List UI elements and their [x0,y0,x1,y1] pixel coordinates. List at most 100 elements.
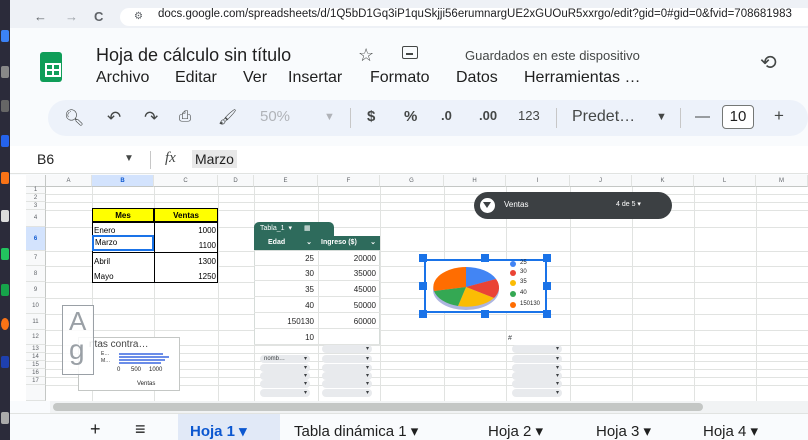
pivot-cell[interactable] [318,330,380,345]
column-header-f[interactable]: F [318,175,380,187]
column-header-i[interactable]: I [506,175,570,187]
add-sheet-button[interactable]: + [90,419,101,440]
column-header-k[interactable]: K [632,175,694,187]
slicer-count[interactable]: 4 de 5 ▾ [616,200,641,208]
menu-herramientas[interactable]: Herramientas … [524,69,640,87]
dropdown-chip[interactable] [322,345,372,353]
column-header-b[interactable]: B [92,175,154,187]
site-settings-icon[interactable]: ⚙ [134,11,143,22]
row-header-1[interactable]: 1 [26,187,46,194]
dock-app-icon[interactable] [1,248,9,260]
table-cell[interactable]: 1100 [156,238,216,253]
chevron-down-icon[interactable]: ▼ [324,111,335,123]
pivot-cell[interactable]: 30 [254,266,318,281]
resize-handle[interactable] [543,282,551,290]
resize-handle[interactable] [419,310,427,318]
dropdown-chip[interactable]: nomb… [260,355,310,363]
number-format-button[interactable]: 123 [518,108,540,123]
dropdown-chip[interactable] [512,380,562,388]
menu-datos[interactable]: Datos [456,69,498,87]
chevron-down-icon[interactable]: ⌄ [306,236,312,250]
tab-hoja-3[interactable]: Hoja 3 ▾ [596,422,651,440]
forward-button[interactable]: → [65,9,78,24]
pivot-cell[interactable]: 35000 [318,266,380,281]
chevron-down-icon[interactable]: ▼ [124,153,134,164]
dropdown-chip[interactable] [260,380,310,388]
column-header-g[interactable]: G [380,175,444,187]
menu-insertar[interactable]: Insertar [288,69,342,87]
text-box-overlay[interactable]: A g [62,305,94,375]
formula-input[interactable]: Marzo [192,150,237,168]
menu-formato[interactable]: Formato [370,69,430,87]
dock-app-icon[interactable] [1,135,9,147]
row-header-14[interactable]: 14 [26,353,46,361]
sheets-logo-icon[interactable] [40,52,62,82]
column-header-h[interactable]: H [444,175,506,187]
row-header-2[interactable]: 2 [26,194,46,202]
back-button[interactable]: ← [34,9,47,24]
search-menus-icon[interactable]: 🔍︎ [64,108,84,128]
table-icon[interactable]: ▦ [304,225,311,232]
decrease-font-size-button[interactable]: — [695,108,710,125]
pivot-cell[interactable]: 35 [254,282,318,297]
menu-archivo[interactable]: Archivo [96,69,149,87]
chevron-down-icon[interactable]: ▾ [288,225,292,232]
table-cell[interactable]: 1250 [156,269,216,284]
dock-app-icon[interactable] [1,30,9,42]
resize-handle[interactable] [419,254,427,262]
increase-decimal-button[interactable]: .00 [479,108,497,123]
dropdown-chip[interactable] [512,389,562,397]
resize-handle[interactable] [481,310,489,318]
row-header-12[interactable]: 12 [26,330,46,345]
column-header-d[interactable]: D [218,175,254,187]
row-header-15[interactable]: 15 [26,361,46,369]
menu-ver[interactable]: Ver [243,69,267,87]
table-cell[interactable]: Abril [94,254,110,269]
pivot-header-edad[interactable]: Edad ⌄ [254,236,318,250]
row-header-16[interactable]: 16 [26,369,46,377]
pie-chart[interactable]: 25 30 35 40 150130 [424,259,547,313]
row-header-13[interactable]: 13 [26,345,46,353]
reload-button[interactable]: C [94,9,103,24]
resize-handle[interactable] [481,254,489,262]
tab-hoja-1[interactable]: Hoja 1 ▾ [190,422,247,440]
row-header-8[interactable]: 8 [26,266,46,282]
paint-format-icon[interactable]: 🖌︎ [218,108,237,126]
all-sheets-button[interactable]: ≡ [135,419,146,440]
print-icon[interactable]: ⎙ [179,108,191,125]
dropdown-chip[interactable] [512,345,562,353]
dropdown-chip[interactable] [260,389,310,397]
name-box[interactable]: B6 [37,151,54,167]
redo-icon[interactable]: ↷ [144,108,158,128]
row-header-6[interactable]: 6 [26,227,46,251]
dropdown-chip[interactable] [260,372,310,380]
column-header-l[interactable]: L [694,175,756,187]
dropdown-chip[interactable] [322,389,372,397]
scrollbar-thumb[interactable] [53,403,703,411]
dock-app-icon[interactable] [1,412,9,424]
dock-app-icon[interactable] [1,356,9,368]
dropdown-chip[interactable] [512,355,562,363]
pivot-cell[interactable]: 40 [254,298,318,313]
chevron-down-icon[interactable]: ⌄ [370,236,376,250]
zoom-select[interactable]: 50% [260,108,290,125]
row-header-9[interactable]: 9 [26,282,46,298]
increase-font-size-button[interactable]: + [774,106,784,126]
header-cell-ventas[interactable]: Ventas [154,208,218,222]
column-header-a[interactable]: A [46,175,92,187]
row-header-7[interactable]: 7 [26,251,46,266]
pivot-header-ingreso[interactable]: Ingreso ($) ⌄ [318,236,380,250]
dropdown-chip[interactable] [322,364,372,372]
dock-app-icon[interactable] [1,210,9,222]
row-header-3[interactable]: 3 [26,202,46,210]
column-header-c[interactable]: C [154,175,218,187]
dropdown-chip[interactable] [512,372,562,380]
column-header-m[interactable]: M [756,175,808,187]
row-header-4[interactable]: 4 [26,210,46,227]
table-cell[interactable]: Mayo [94,269,114,284]
header-cell-mes[interactable]: Mes [92,208,154,222]
dropdown-chip[interactable] [260,364,310,372]
table-cell[interactable]: 1000 [156,223,216,238]
font-size-input[interactable]: 10 [722,105,754,129]
dropdown-chip[interactable] [322,355,372,363]
